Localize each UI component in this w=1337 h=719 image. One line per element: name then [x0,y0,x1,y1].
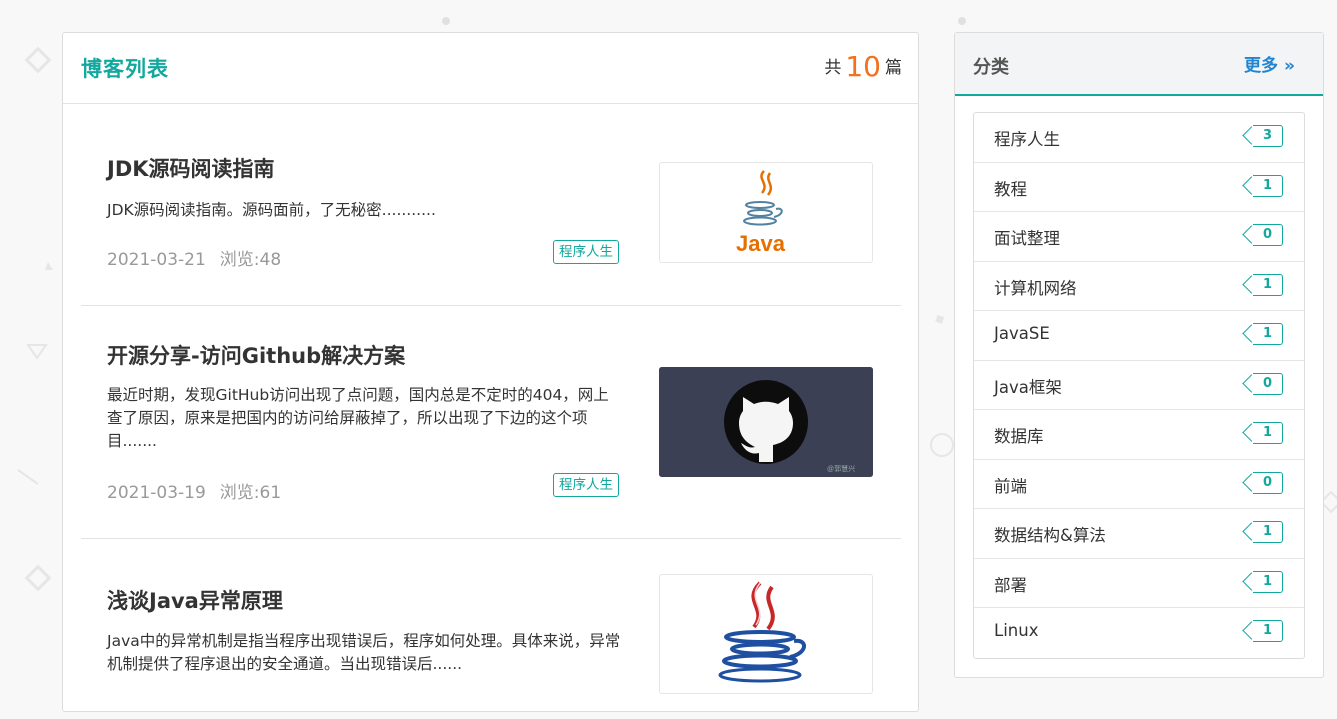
category-name: 数据结构&算法 [994,526,1106,545]
category-count-badge: 0 [1253,224,1283,246]
more-label: 更多 [1244,56,1279,76]
more-link[interactable]: 更多» [1244,51,1295,76]
category-item[interactable]: 计算机网络 1 [974,262,1304,311]
category-count: 0 [1262,227,1273,242]
category-panel: 分类 更多» 程序人生 3 教程 1 面试整理 0 计算机网络 1 JavaSE 1 Ja… [954,32,1324,678]
category-count-badge: 1 [1253,422,1283,444]
category-count: 1 [1262,573,1273,589]
category-count: 1 [1262,623,1273,638]
category-item[interactable]: JavaSE 1 [974,311,1304,361]
double-chevron-right-icon: » [1284,56,1295,76]
post-description: 最近时期，发现GitHub访问出现了点问题，国内总是不定时的404，网上查了原因… [107,386,609,450]
category-item[interactable]: 教程 1 [974,163,1304,212]
category-count: 1 [1262,276,1273,292]
category-count: 1 [1262,177,1273,193]
category-count: 1 [1262,326,1273,341]
blog-list-header: 博客列表 共 10 篇 [63,33,918,104]
category-item[interactable]: 程序人生 3 [974,113,1304,163]
post-category-tag[interactable]: 程序人生 [553,240,619,264]
category-name: Linux [994,621,1039,640]
category-name: 计算机网络 [994,278,1077,298]
category-count: 1 [1262,425,1273,440]
post-thumbnail[interactable] [659,574,873,694]
post-description: Java中的异常机制是指当程序出现错误后，程序如何处理。具体来说，异常机制提供了… [107,632,621,673]
total-prefix: 共 [824,58,842,78]
svg-text:Java: Java [736,231,786,256]
category-item[interactable]: 数据结构&算法 1 [974,509,1304,559]
post-title[interactable]: 浅谈Java异常原理 [107,585,283,615]
category-item[interactable]: 面试整理 0 [974,212,1304,262]
category-name: 前端 [994,476,1027,496]
category-count-badge: 1 [1253,620,1283,642]
category-item[interactable]: Linux 1 [974,608,1304,658]
category-count-badge: 1 [1253,323,1283,345]
post-meta: 2021-03-21 浏览:48 [107,245,281,270]
category-name: Java框架 [994,377,1062,397]
category-count: 0 [1262,375,1273,391]
total-number: 10 [845,50,881,83]
category-count-badge: 1 [1253,174,1283,197]
category-count-badge: 0 [1253,471,1283,494]
category-count-badge: 3 [1253,125,1283,147]
post-description: JDK源码阅读指南。源码面前，了无秘密........... [107,201,436,219]
category-count: 0 [1262,474,1273,490]
blog-list-panel: 博客列表 共 10 篇 JDK源码阅读指南 JDK源码阅读指南。源码面前，了无秘密.… [62,32,919,712]
category-name: 面试整理 [994,229,1060,248]
category-item[interactable]: 前端 0 [974,460,1304,509]
category-title: 分类 [973,57,1009,78]
category-count-badge: 0 [1253,372,1283,395]
category-name: JavaSE [994,324,1050,343]
post-title[interactable]: 开源分享-访问Github解决方案 [107,340,405,370]
category-header: 分类 更多» [955,33,1323,96]
category-item[interactable]: 部署 1 [974,559,1304,608]
total-suffix: 篇 [885,58,902,78]
category-name: 部署 [994,575,1027,595]
category-count: 3 [1262,128,1273,143]
category-item[interactable]: 数据库 1 [974,410,1304,460]
post-title[interactable]: JDK源码阅读指南 [107,153,275,183]
post-views: 浏览:48 [219,250,282,270]
category-name: 数据库 [994,427,1044,446]
post-thumbnail[interactable]: @郭慧兴 [659,367,873,477]
java-logo-icon: Java [736,170,786,256]
category-list: 程序人生 3 教程 1 面试整理 0 计算机网络 1 JavaSE 1 Java框架 0 数… [973,112,1305,659]
blog-post-item[interactable]: 开源分享-访问Github解决方案 最近时期，发现GitHub访问出现了点问题，… [81,306,901,539]
category-count-badge: 1 [1253,521,1283,543]
github-octocat-icon: @郭慧兴 [659,367,873,477]
post-meta: 2021-03-19 浏览:61 [107,478,281,503]
category-name: 程序人生 [994,130,1060,149]
category-name: 教程 [994,179,1027,199]
java-cup-icon [718,581,806,683]
blog-total-count: 共 10 篇 [824,50,902,83]
blog-post-item[interactable]: 浅谈Java异常原理 Java中的异常机制是指当程序出现错误后，程序如何处理。具… [81,539,901,719]
post-date: 2021-03-19 [107,483,206,503]
blog-post-item[interactable]: JDK源码阅读指南 JDK源码阅读指南。源码面前，了无秘密...........… [81,103,901,306]
blog-list-title: 博客列表 [81,57,169,81]
category-item[interactable]: Java框架 0 [974,361,1304,410]
category-count-badge: 1 [1253,570,1283,593]
category-count-badge: 1 [1253,273,1283,296]
post-date: 2021-03-21 [107,250,206,270]
post-views: 浏览:61 [219,483,282,503]
category-count: 1 [1262,524,1273,539]
svg-text:@郭慧兴: @郭慧兴 [827,464,855,473]
post-thumbnail[interactable]: Java [659,162,873,263]
post-category-tag[interactable]: 程序人生 [553,473,619,497]
